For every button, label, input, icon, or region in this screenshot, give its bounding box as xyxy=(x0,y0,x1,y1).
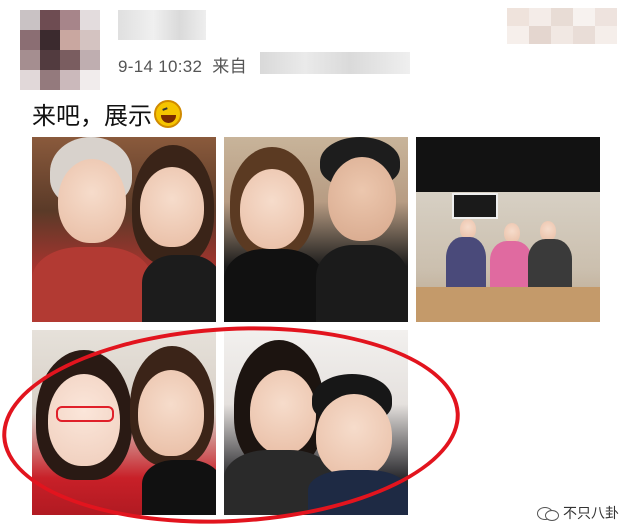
post-text: 来吧，展示 xyxy=(32,96,182,131)
laughing-crying-emoji-icon xyxy=(154,100,182,128)
photo-2[interactable] xyxy=(224,137,408,322)
post-meta: 9-14 10:32 来自 xyxy=(118,52,247,77)
post-text-content: 来吧，展示 xyxy=(32,102,152,130)
post-source-blurred xyxy=(260,52,410,74)
post-timestamp: 9-14 10:32 xyxy=(118,57,203,76)
photo-1[interactable] xyxy=(32,137,216,322)
watermark-label: 不只八卦 xyxy=(563,506,619,522)
post-source-prefix: 来自 xyxy=(212,57,247,76)
watermark: 不只八卦 xyxy=(537,503,619,523)
corner-blurred-element xyxy=(507,8,625,58)
wechat-icon xyxy=(537,505,559,521)
username-blurred[interactable] xyxy=(118,10,206,40)
photo-3[interactable] xyxy=(416,137,600,322)
avatar[interactable] xyxy=(20,10,100,90)
